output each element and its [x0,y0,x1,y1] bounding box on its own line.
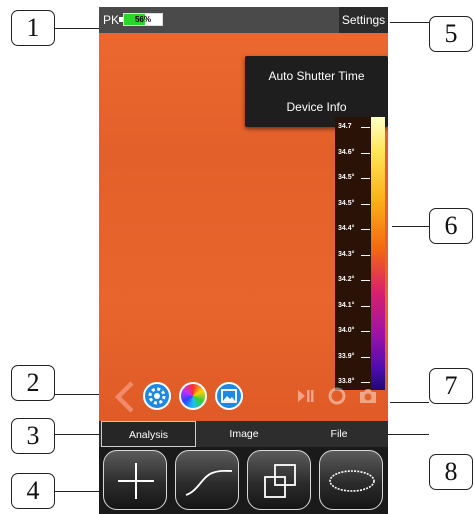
tab-file[interactable]: File [292,421,386,447]
temperature-color-bar [371,117,385,390]
temperature-tick-mark [361,254,370,256]
callout-1: 1 [11,10,55,46]
temperature-tick-label: 34.6° [338,148,355,156]
line-icon[interactable] [175,450,239,510]
temperature-tick-label: 34.5° [338,174,355,181]
temperature-tick-mark [361,203,370,205]
battery-percent-label: 56% [134,15,151,24]
temperature-tick-label: 34.4° [338,225,355,232]
play-pause-icon[interactable] [296,387,314,405]
screen-tool-row [99,377,388,415]
pk-label: PK [103,13,120,27]
image-icon[interactable] [215,382,243,410]
camera-icon[interactable] [358,387,378,405]
temperature-tick-label: 34.3° [338,250,355,258]
palette-icon[interactable] [179,382,207,410]
callout-4: 4 [11,473,55,509]
temperature-tick-mark [361,152,370,154]
callout-2: 2 [11,365,55,401]
temperature-tick-label: 33.9° [338,352,355,360]
callout-1-leader [55,28,99,29]
back-chevron-icon[interactable] [114,381,136,413]
callout-3: 3 [11,418,55,454]
record-icon[interactable] [328,387,346,405]
temperature-tick-label: 34.2° [338,276,355,283]
settings-gear-icon[interactable] [143,382,171,410]
ellipse-icon[interactable] [319,450,383,510]
callout-6: 6 [429,208,473,244]
tab-image[interactable]: Image [198,421,290,447]
temperature-tick-mark [361,356,370,358]
callout-8: 8 [429,454,473,490]
temperature-tick-mark [361,127,370,128]
crosshair-point-icon[interactable] [103,450,167,510]
callout-4-leader [55,491,99,492]
settings-button[interactable]: Settings [339,7,388,33]
temperature-tick-mark [361,229,370,230]
temperature-tick-label: 34.5° [338,199,355,207]
temperature-tick-mark [361,280,370,281]
tab-bar: Analysis Image File [99,421,388,447]
menu-item-auto-shutter-time[interactable]: Auto Shutter Time [245,61,388,91]
callout-5-leader [390,22,429,23]
device-screen: PK 56% Settings Auto Shutter Time Device… [99,7,388,514]
tab-analysis[interactable]: Analysis [101,421,196,447]
temperature-tick-label: 34.1° [338,301,355,309]
temperature-tick-mark [361,331,370,332]
callout-7: 7 [429,368,473,404]
temperature-tick-label: 34.7 [338,123,352,130]
battery-indicator: 56% [123,13,163,26]
analysis-tool-tray [99,447,388,514]
status-bar: PK 56% Settings [99,7,388,33]
temperature-tick-mark [361,178,370,179]
callout-5: 5 [429,16,473,52]
temperature-tick-mark [361,305,370,307]
area-box-icon[interactable] [247,450,311,510]
callout-3-leader [55,434,99,435]
callout-6-leader [392,226,429,227]
callout-7-leader [390,402,429,403]
temperature-tick-label: 34.0° [338,327,355,334]
